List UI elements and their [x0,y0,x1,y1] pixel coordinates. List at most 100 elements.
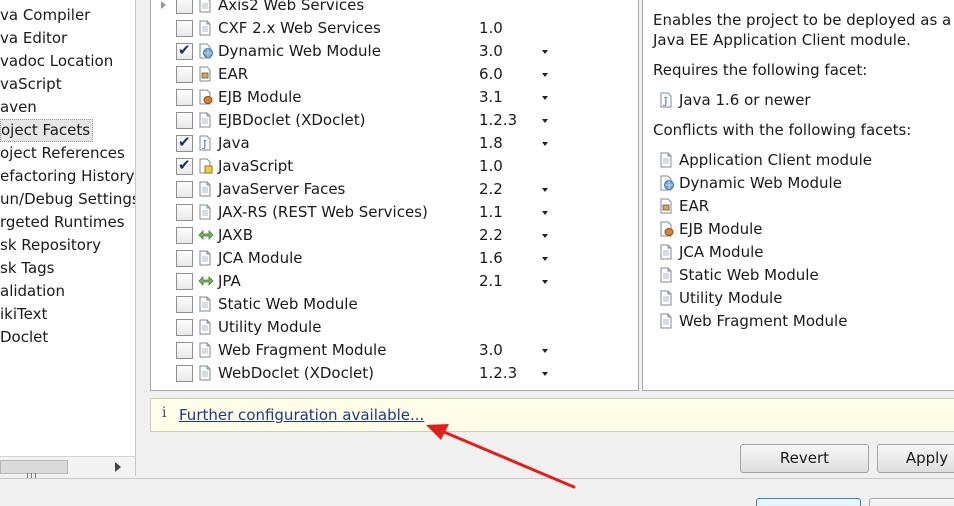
facet-row[interactable]: Static Web Module [151,293,638,316]
facet-row[interactable]: JAX-RS (REST Web Services) 1.1 [151,201,638,224]
facet-version[interactable]: 1.2.3 [479,362,517,385]
project-facets-table[interactable]: Axis2 Web Services CXF 2.x Web Services 1.… [150,0,639,391]
facet-row[interactable]: JCA Module 1.6 [151,247,638,270]
facet-row[interactable]: JavaScript 1.0 [151,155,638,178]
facet-checkbox[interactable] [176,296,193,313]
facet-version[interactable]: 1.0 [479,155,503,178]
facet-checkbox[interactable] [176,227,193,244]
facet-checkbox[interactable] [176,273,193,290]
facet-row[interactable]: Axis2 Web Services [151,0,638,17]
nav-item[interactable]: vaScript [0,73,62,96]
facet-checkbox[interactable] [176,112,193,129]
facet-version[interactable]: 1.8 [479,132,503,155]
properties-nav-tree[interactable]: va Compiler va Editor vadoc Location vaScri… [0,0,136,456]
facet-checkbox[interactable] [176,342,193,359]
facet-checkbox[interactable] [176,365,193,382]
nav-item[interactable]: va Editor [0,27,67,50]
facet-row[interactable]: EJB Module 3.1 [151,86,638,109]
facet-checkbox[interactable] [176,89,193,106]
nav-item[interactable]: oject Facets [0,119,94,142]
nav-item[interactable]: ikiText [0,303,47,326]
facet-row[interactable]: EJBDoclet (XDoclet) 1.2.3 [151,109,638,132]
facet-version[interactable]: 1.2.3 [479,109,517,132]
version-dropdown-icon[interactable] [542,119,548,123]
expand-arrow-icon[interactable] [161,1,166,9]
facet-row[interactable]: JAXB 2.2 [151,224,638,247]
facet-version[interactable]: 2.2 [479,178,503,201]
page-icon [659,267,673,283]
nav-item[interactable]: Doclet [0,326,48,349]
nav-item[interactable]: un/Debug Settings [0,188,135,211]
nav-item[interactable]: efactoring History [0,165,135,188]
facet-version[interactable]: 3.0 [479,40,503,63]
scrollbar-thumb[interactable] [0,460,68,479]
facet-row[interactable]: Utility Module [151,316,638,339]
further-configuration-link[interactable]: Further configuration available... [179,399,424,432]
nav-item[interactable]: oject References [0,142,125,165]
cancel-button[interactable] [869,498,954,506]
facet-row[interactable]: JavaServer Faces 2.2 [151,178,638,201]
page-icon [659,290,673,306]
nav-item[interactable]: sk Tags [0,257,54,280]
version-dropdown-icon[interactable] [542,372,548,376]
facet-details-pane: Enables the project to be deployed as a … [642,0,954,391]
arrow-right-icon[interactable] [115,462,121,472]
facet-row[interactable]: WebDoclet (XDoclet) 1.2.3 [151,362,638,385]
version-dropdown-icon[interactable] [542,280,548,284]
nav-item[interactable]: aven [0,96,37,119]
page-icon [659,244,673,260]
facet-checkbox[interactable] [176,0,193,14]
ear-icon [659,198,673,214]
facet-checkbox[interactable] [176,133,193,152]
facet-name: JPA [218,272,241,290]
svg-text:J: J [663,97,668,107]
ear-icon [198,66,214,83]
revert-button[interactable]: Revert [740,444,869,473]
version-dropdown-icon[interactable] [542,96,548,100]
page-icon [198,365,214,382]
facet-row[interactable]: Dynamic Web Module 3.0 [151,40,638,63]
facet-version[interactable]: 1.6 [479,247,503,270]
facet-checkbox[interactable] [176,156,193,175]
facet-checkbox[interactable] [176,41,193,60]
facet-row[interactable]: JPA 2.1 [151,270,638,293]
facet-checkbox[interactable] [176,20,193,37]
facet-version[interactable]: 2.2 [479,224,503,247]
version-dropdown-icon[interactable] [542,142,548,146]
nav-item[interactable]: sk Repository [0,234,101,257]
facet-checkbox[interactable] [176,204,193,221]
nav-item[interactable]: vadoc Location [0,50,113,73]
version-dropdown-icon[interactable] [542,234,548,238]
version-dropdown-icon[interactable] [542,257,548,261]
facet-version[interactable]: 6.0 [479,63,503,86]
info-icon: i [162,405,167,421]
facet-reference-item: Web Fragment Module [679,312,848,330]
facet-reference-item: JCA Module [679,243,764,261]
facet-version[interactable]: 3.1 [479,86,503,109]
facet-row[interactable]: CXF 2.x Web Services 1.0 [151,17,638,40]
facet-version[interactable]: 3.0 [479,339,503,362]
nav-item[interactable]: rgeted Runtimes [0,211,125,234]
version-dropdown-icon[interactable] [542,211,548,215]
apply-button[interactable]: Apply [877,444,954,473]
facet-checkbox[interactable] [176,66,193,83]
facet-version[interactable]: 2.1 [479,270,503,293]
java-icon: J [198,135,214,152]
facet-row[interactable]: EAR 6.0 [151,63,638,86]
facet-version[interactable]: 1.1 [479,201,503,224]
nav-item[interactable]: va Compiler [0,4,90,27]
facet-row[interactable]: Web Fragment Module 3.0 [151,339,638,362]
version-dropdown-icon[interactable] [542,50,548,54]
facet-version[interactable]: 1.0 [479,17,503,40]
nav-horizontal-scrollbar[interactable] [0,456,136,479]
facet-checkbox[interactable] [176,250,193,267]
facet-checkbox[interactable] [176,319,193,336]
ok-button[interactable] [756,498,861,506]
version-dropdown-icon[interactable] [542,73,548,77]
web-module-icon [198,43,214,60]
version-dropdown-icon[interactable] [542,188,548,192]
nav-item[interactable]: alidation [0,280,65,303]
version-dropdown-icon[interactable] [542,349,548,353]
facet-row[interactable]: J Java 1.8 [151,132,638,155]
facet-checkbox[interactable] [176,181,193,198]
